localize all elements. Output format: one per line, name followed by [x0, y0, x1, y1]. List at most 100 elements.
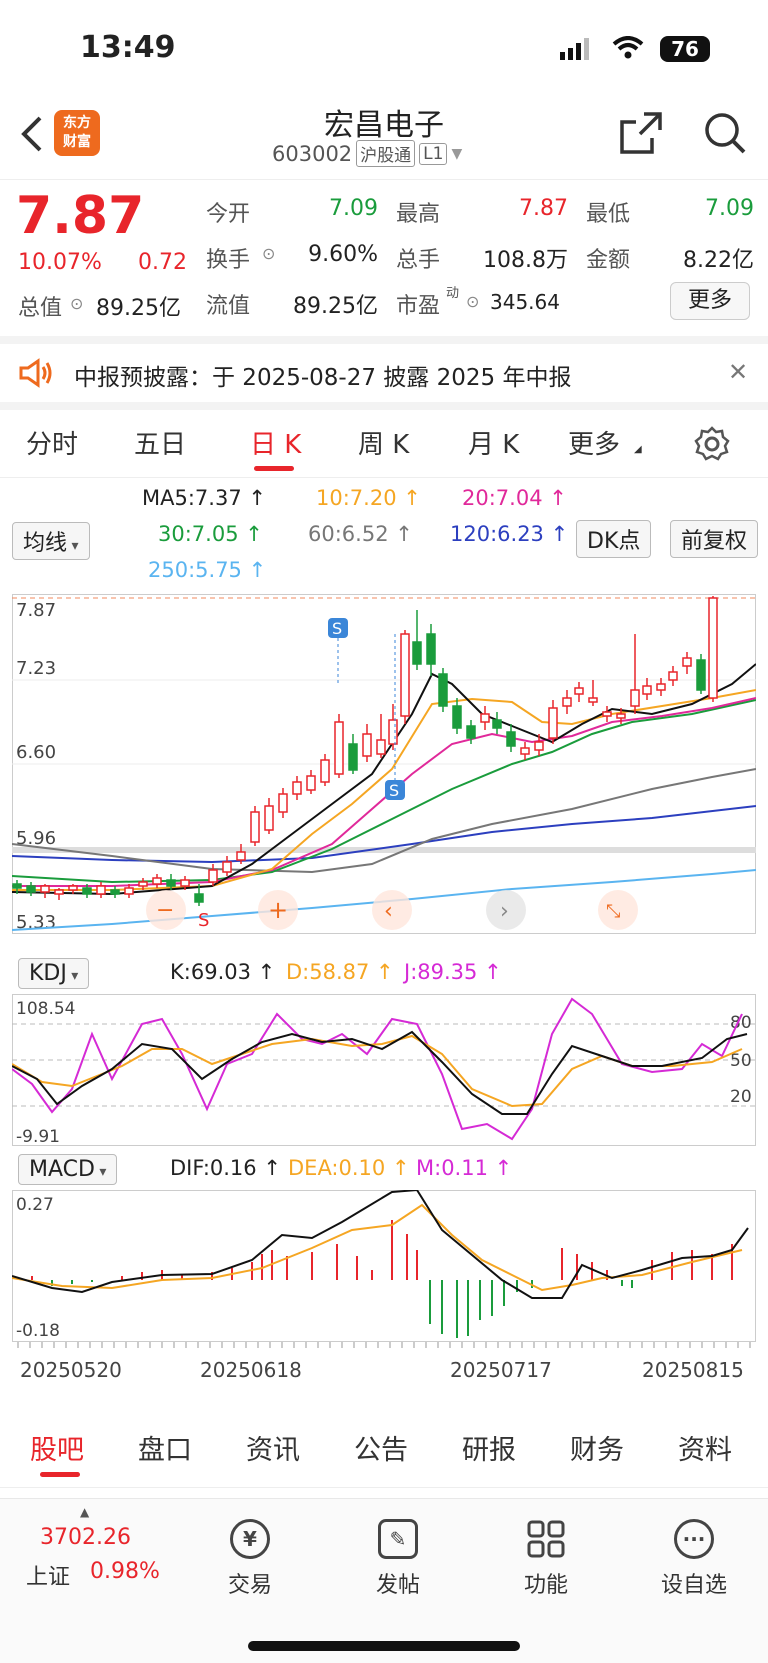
candle-body: [306, 775, 316, 791]
close-icon[interactable]: ✕: [728, 358, 748, 386]
y-label: 6.60: [16, 742, 56, 763]
candle-body: [68, 885, 78, 891]
notice-banner[interactable]: 中报预披露：于 2025-08-27 披露 2025 年中报 ✕: [0, 336, 768, 410]
kdj-k-legend: K:69.03 ↑: [170, 960, 276, 984]
ma-selector-label: 均线: [12, 522, 90, 560]
macd-ymax: 0.27: [16, 1195, 54, 1215]
kdj-ymin: -9.91: [16, 1127, 60, 1146]
pan-right-button[interactable]: ›: [486, 890, 526, 930]
macd-dea-legend: DEA:0.10 ↑: [288, 1156, 410, 1180]
candle-body: [656, 683, 666, 691]
index-name[interactable]: 上证: [26, 1559, 70, 1591]
macd-chart[interactable]: 0.27 -0.18: [12, 1190, 756, 1342]
home-indicator: [248, 1641, 520, 1651]
macd-ymin: -0.18: [16, 1321, 60, 1341]
macd-selector[interactable]: MACD: [18, 1154, 118, 1185]
search-icon[interactable]: [702, 110, 748, 160]
low-value: 7.09: [705, 196, 754, 221]
y-label: 7.23: [16, 658, 56, 679]
ma250-value: 250:5.75: [148, 558, 242, 582]
kdj-selector-label: KDJ: [18, 958, 90, 989]
ma-selector[interactable]: 均线: [12, 522, 90, 560]
tab-monthly-k[interactable]: 月 K: [468, 424, 519, 461]
volume-value: 108.8万: [483, 248, 568, 273]
kdj-d-value: D:58.87: [286, 960, 370, 984]
post-button[interactable]: ✎ 发帖: [348, 1519, 448, 1599]
candle-body: [40, 885, 50, 893]
battery-level: 76: [671, 37, 699, 61]
turnover-label: 换手: [206, 248, 251, 273]
kdj-chart[interactable]: 108.54 -9.91 80 50 20: [12, 994, 756, 1146]
caret-icon: ◢: [634, 444, 642, 455]
info-icon[interactable]: ⊙: [466, 292, 479, 311]
tab-forum[interactable]: 股吧: [30, 1428, 84, 1467]
tab-news[interactable]: 资讯: [246, 1428, 300, 1467]
kdj-d-legend: D:58.87 ↑: [286, 960, 394, 984]
kdj-20-label: 20: [730, 1087, 752, 1107]
candle-body: [708, 597, 718, 699]
macd-dif-legend: DIF:0.16 ↑: [170, 1156, 281, 1180]
zoom-out-button[interactable]: −: [146, 890, 186, 930]
candle-body: [630, 689, 640, 707]
signal-marker-label: S: [389, 781, 399, 800]
dk-point-selector[interactable]: DK点: [576, 520, 652, 558]
post-label: 发帖: [375, 1573, 420, 1598]
index-value[interactable]: 3702.26: [40, 1525, 131, 1550]
last-price: 7.87: [16, 186, 145, 246]
x-axis-ticks: [17, 1342, 751, 1348]
tab-profile[interactable]: 资料: [678, 1428, 732, 1467]
tab-daily-k[interactable]: 日 K: [250, 424, 301, 461]
ma60-value: 60:6.52: [308, 522, 389, 546]
more-button[interactable]: 更多: [670, 282, 750, 320]
candle-body: [96, 885, 106, 895]
date-label: 20250815: [642, 1358, 744, 1382]
ma10-legend: 10:7.20 ↑: [316, 486, 421, 510]
candle-body: [250, 811, 260, 843]
trade-button[interactable]: ¥ 交易: [200, 1519, 300, 1599]
zoom-in-button[interactable]: +: [258, 890, 298, 930]
kdj-selector[interactable]: KDJ: [18, 958, 90, 989]
ma30-legend: 30:7.05 ↑: [158, 522, 263, 546]
functions-label: 功能: [523, 1573, 568, 1598]
macd-selector-label: MACD: [18, 1154, 118, 1185]
info-icon[interactable]: ⊙: [262, 244, 275, 263]
kline-chart[interactable]: 7.87 7.23 6.60 5.96 5.33 S S S − + ‹ › ⤡: [12, 594, 756, 934]
macd-m-value: M:0.11: [416, 1156, 488, 1180]
index-pct[interactable]: 0.98%: [90, 1559, 160, 1584]
tab-five-day[interactable]: 五日: [134, 424, 186, 461]
caret-down-icon[interactable]: ▼: [451, 146, 462, 162]
bottom-toolbar: ▲ 3702.26 上证 0.98% ¥ 交易 ✎ 发帖 功能 ··· 设自选: [0, 1498, 768, 1663]
more-dots-icon: ···: [674, 1519, 714, 1559]
share-icon[interactable]: [618, 110, 664, 160]
wifi-icon: [612, 36, 644, 64]
pe-label: 市盈: [396, 294, 441, 319]
candle-body: [642, 685, 652, 695]
tab-financials[interactable]: 财务: [570, 1428, 624, 1467]
float-value: 89.25亿: [293, 294, 378, 319]
fullscreen-button[interactable]: ⤡: [598, 890, 638, 930]
tab-orderbook[interactable]: 盘口: [138, 1428, 192, 1467]
functions-button[interactable]: 功能: [496, 1519, 596, 1599]
watchlist-button[interactable]: ··· 设自选: [644, 1519, 744, 1599]
adjust-selector[interactable]: 前复权: [670, 520, 759, 558]
candle-body: [506, 731, 516, 747]
ma60-legend: 60:6.52 ↑: [308, 522, 413, 546]
amount-value: 8.22亿: [683, 248, 754, 273]
candle-body: [602, 711, 612, 717]
mktcap-value: 89.25亿: [96, 296, 181, 321]
kdj-j-legend: J:89.35 ↑: [404, 960, 502, 984]
tab-intraday[interactable]: 分时: [26, 424, 78, 461]
kdj-j-value: J:89.35: [404, 960, 478, 984]
candle-body: [124, 887, 134, 895]
tab-more[interactable]: 更多: [568, 424, 620, 461]
pan-left-button[interactable]: ‹: [372, 890, 412, 930]
tab-research[interactable]: 研报: [462, 1428, 516, 1467]
tab-weekly-k[interactable]: 周 K: [358, 424, 409, 461]
candle-body: [520, 747, 530, 755]
candle-body: [616, 713, 626, 719]
macd-dif-value: DIF:0.16: [170, 1156, 257, 1180]
settings-icon[interactable]: [694, 426, 730, 466]
trade-label: 交易: [227, 1573, 272, 1598]
tab-announcements[interactable]: 公告: [354, 1428, 408, 1467]
info-icon[interactable]: ⊙: [70, 294, 83, 313]
